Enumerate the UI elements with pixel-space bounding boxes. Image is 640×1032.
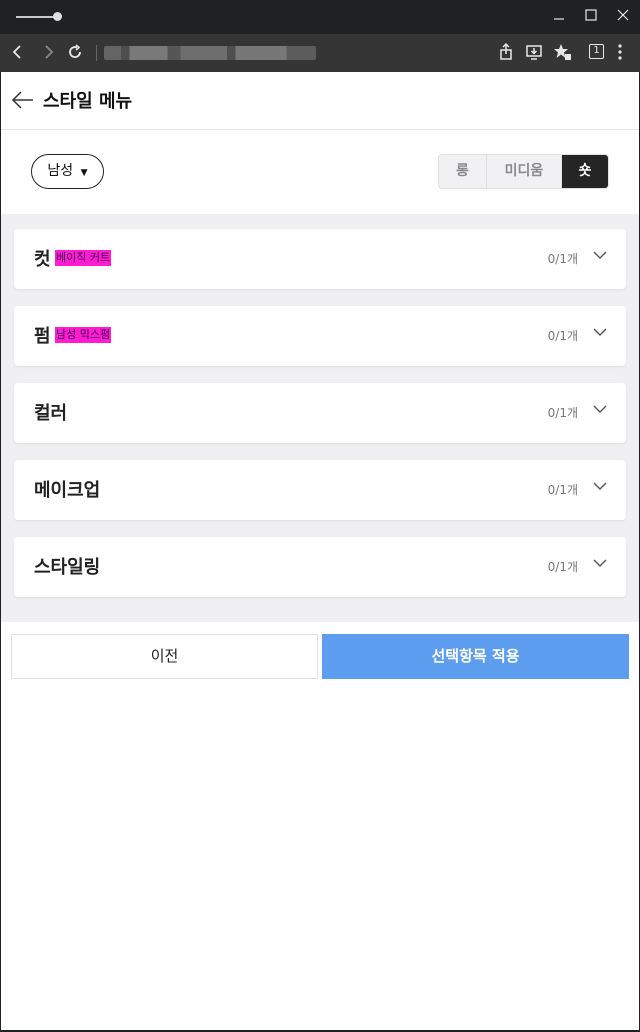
category-count: 0/1개 <box>547 252 578 266</box>
toolbar-divider <box>96 45 97 61</box>
filter-row: 남성 ▼ 롱 미디움 숏 <box>1 130 639 214</box>
forward-icon[interactable] <box>38 42 58 62</box>
category-count: 0/1개 <box>547 406 578 420</box>
back-arrow-icon[interactable] <box>11 87 35 113</box>
length-tab-long[interactable]: 롱 <box>439 155 487 188</box>
category-list: 컷 베이직 커트 0/1개 펌 남성 믹스펌 0/1개 컬러 0/1개 메이크업… <box>1 214 639 622</box>
category-title: 컷 <box>34 249 51 270</box>
category-card-color[interactable]: 컬러 0/1개 <box>14 383 626 443</box>
category-selected-label: 베이직 커트 <box>55 250 112 266</box>
close-icon[interactable] <box>614 8 632 26</box>
browser-toolbar: 1 <box>0 34 640 72</box>
install-icon[interactable] <box>524 42 544 62</box>
minimize-icon[interactable] <box>550 8 568 26</box>
tab-count-icon[interactable]: 1 <box>589 44 604 59</box>
chevron-down-icon[interactable] <box>592 324 608 340</box>
menu-icon[interactable] <box>610 42 630 62</box>
category-selected-label: 남성 믹스펌 <box>55 327 112 343</box>
slider-knob[interactable] <box>53 12 62 21</box>
length-tab-medium[interactable]: 미디움 <box>487 155 562 188</box>
category-card-perm[interactable]: 펌 남성 믹스펌 0/1개 <box>14 306 626 366</box>
page-header: 스타일 메뉴 <box>1 72 639 130</box>
category-title: 펌 <box>34 326 51 347</box>
browser-title-bar <box>0 0 640 34</box>
chevron-down-icon[interactable] <box>592 401 608 417</box>
category-card-cut[interactable]: 컷 베이직 커트 0/1개 <box>14 229 626 289</box>
category-title: 메이크업 <box>34 480 101 501</box>
prev-button[interactable]: 이전 <box>11 634 318 679</box>
chevron-down-icon[interactable] <box>592 478 608 494</box>
slider-icon[interactable] <box>16 16 56 18</box>
page-title: 스타일 메뉴 <box>43 91 133 112</box>
caret-down-icon: ▼ <box>80 168 88 178</box>
length-toggle-group: 롱 미디움 숏 <box>438 154 609 189</box>
category-card-styling[interactable]: 스타일링 0/1개 <box>14 537 626 597</box>
category-card-makeup[interactable]: 메이크업 0/1개 <box>14 460 626 520</box>
category-count: 0/1개 <box>547 560 578 574</box>
category-count: 0/1개 <box>547 483 578 497</box>
maximize-icon[interactable] <box>582 8 600 26</box>
page: 스타일 메뉴 남성 ▼ 롱 미디움 숏 컷 베이직 커트 0/1개 펌 남성 믹… <box>1 72 639 1030</box>
favorites-icon[interactable] <box>552 42 572 62</box>
chevron-down-icon[interactable] <box>592 555 608 571</box>
category-title: 컬러 <box>34 403 68 424</box>
chevron-down-icon[interactable] <box>592 247 608 263</box>
length-tab-short[interactable]: 숏 <box>562 155 608 188</box>
reload-icon[interactable] <box>65 42 85 62</box>
category-title: 스타일링 <box>34 557 101 578</box>
gender-dropdown[interactable]: 남성 ▼ <box>31 154 104 189</box>
share-icon[interactable] <box>496 42 516 62</box>
apply-selection-button[interactable]: 선택항목 적용 <box>322 634 629 679</box>
url-bar[interactable] <box>104 46 316 60</box>
category-count: 0/1개 <box>547 329 578 343</box>
back-icon[interactable] <box>8 42 28 62</box>
gender-label: 남성 <box>47 163 74 179</box>
